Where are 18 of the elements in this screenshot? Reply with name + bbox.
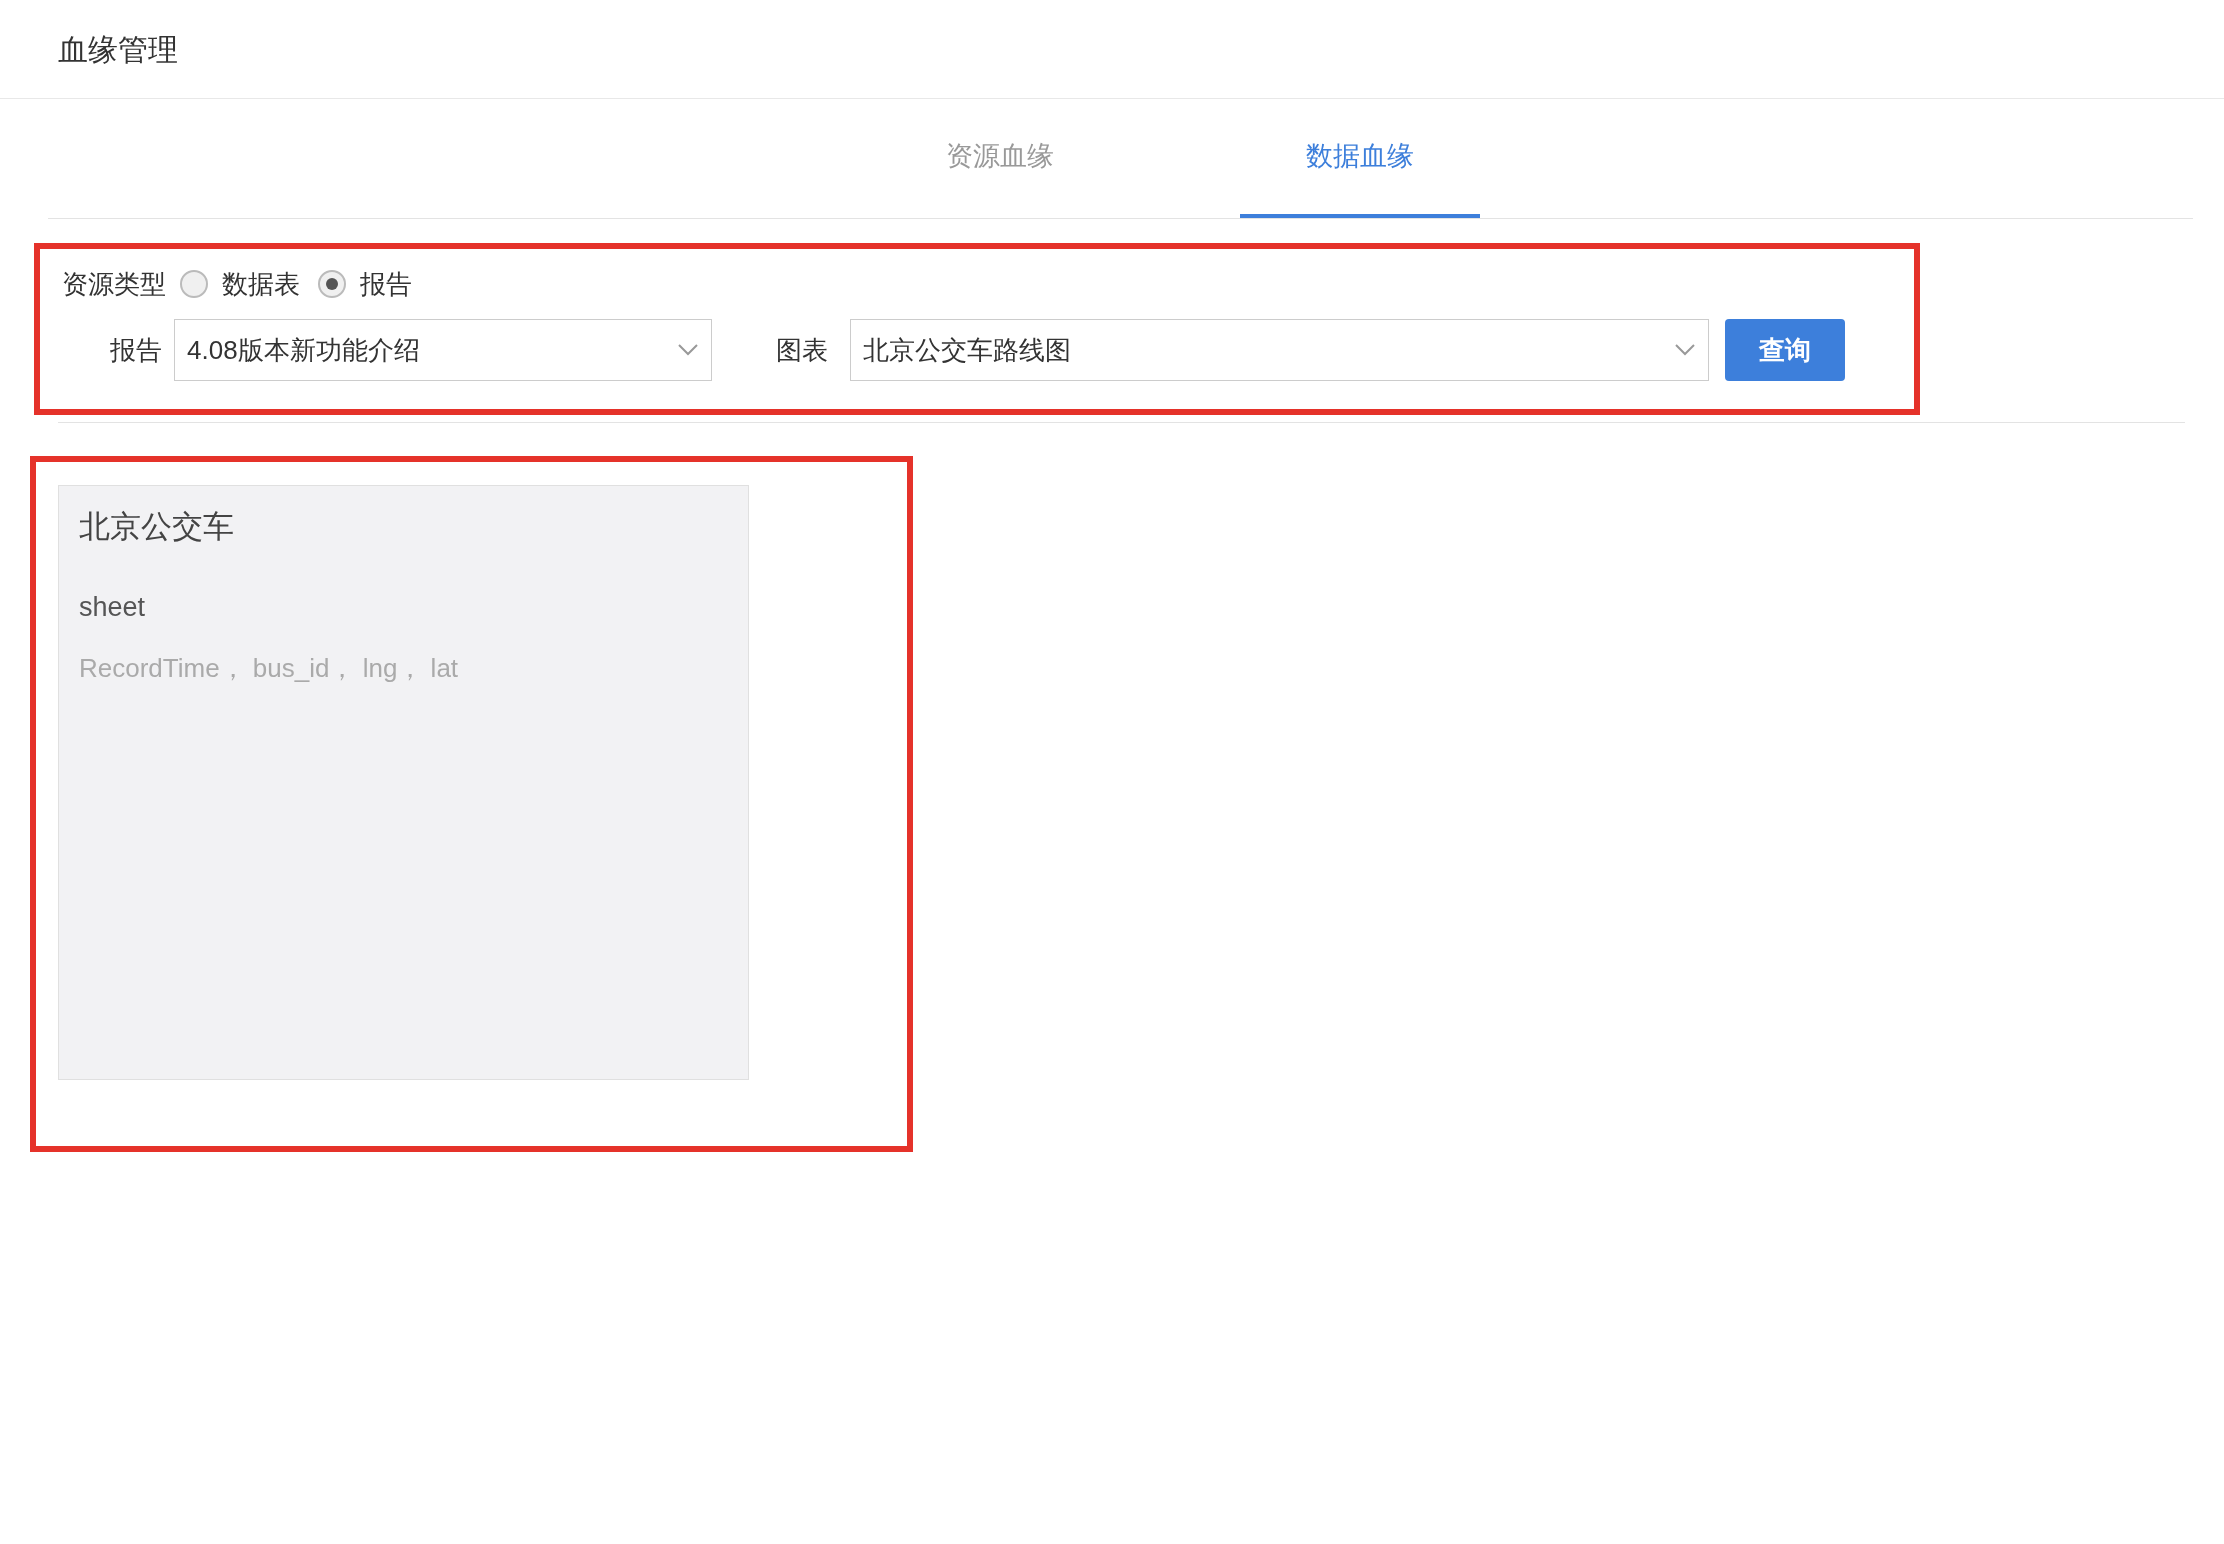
radio-label: 数据表 (222, 267, 300, 301)
radio-button[interactable] (318, 270, 346, 298)
field-label: 图表 (776, 333, 829, 367)
radio-label: 报告 (360, 267, 412, 301)
sheet-name: sheet (79, 590, 147, 624)
radio-button[interactable] (180, 270, 208, 298)
tab[interactable]: 资源血缘 (880, 99, 1120, 218)
field-label: 资源类型 (62, 267, 166, 301)
card-title: 北京公交车 (79, 508, 235, 546)
page-title: 血缘管理 (58, 30, 178, 69)
query-button[interactable]: 查询 (1725, 319, 1845, 381)
tab[interactable]: 数据血缘 (1240, 99, 1480, 218)
chart-select[interactable]: 北京公交车路线图 (850, 319, 1709, 381)
chevron-down-icon (1674, 343, 1696, 357)
chevron-down-icon (677, 343, 699, 357)
field-label: 报告 (109, 333, 163, 367)
report-select[interactable]: 4.08版本新功能介绍 (174, 319, 712, 381)
field-list: RecordTime， bus_id， lng， lat (79, 649, 728, 688)
